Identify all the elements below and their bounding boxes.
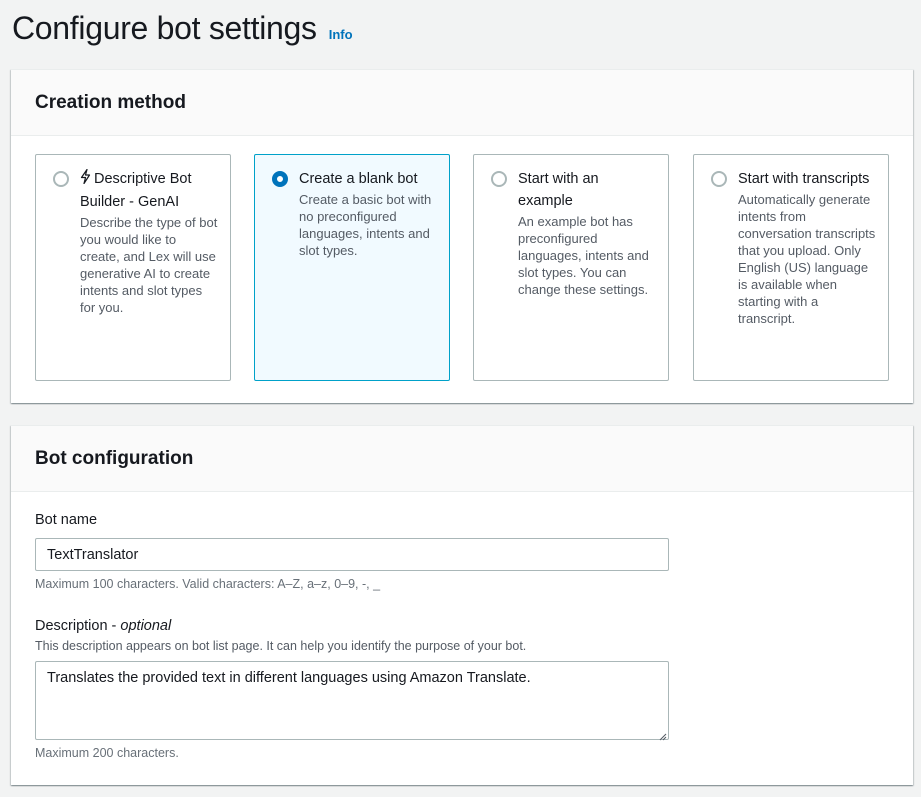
bot-configuration-panel: Bot configuration Bot name Maximum 100 c… <box>11 425 913 785</box>
tile-transcripts-description: Automatically generate intents from conv… <box>738 192 876 326</box>
info-link[interactable]: Info <box>329 27 353 42</box>
tile-genai-description: Describe the type of bot you would like … <box>80 215 218 315</box>
page-title: Configure bot settings <box>12 10 317 46</box>
tile-example-label: Start with an example <box>518 171 599 209</box>
page-header: Configure bot settings Info <box>12 10 353 47</box>
radio-example[interactable] <box>491 171 507 187</box>
creation-method-panel: Creation method Descriptive Bot Builder … <box>11 69 913 403</box>
tile-blank-description: Create a basic bot with no preconfigured… <box>299 192 432 258</box>
tile-blank[interactable]: Create a blank bot Create a basic bot wi… <box>254 154 450 381</box>
description-hint: Maximum 200 characters. <box>35 746 179 760</box>
description-label: Description - optional <box>35 618 171 634</box>
creation-method-header: Creation method <box>11 70 913 136</box>
description-help: This description appears on bot list pag… <box>35 639 527 653</box>
description-textarea[interactable]: Translates the provided text in differen… <box>35 661 669 740</box>
tile-blank-label: Create a blank bot <box>299 171 418 187</box>
tile-genai[interactable]: Descriptive Bot Builder - GenAI Describe… <box>35 154 231 381</box>
radio-transcripts[interactable] <box>711 171 727 187</box>
tile-transcripts-label: Start with transcripts <box>738 171 870 187</box>
bot-name-input[interactable] <box>35 538 669 571</box>
tile-example-description: An example bot has preconfigured languag… <box>518 214 649 297</box>
description-optional-label: optional <box>120 618 172 634</box>
tile-example[interactable]: Start with an example An example bot has… <box>473 154 669 381</box>
bot-name-hint: Maximum 100 characters. Valid characters… <box>35 577 381 591</box>
bot-name-label: Bot name <box>35 512 98 528</box>
bot-configuration-header: Bot configuration <box>11 426 913 492</box>
radio-blank[interactable] <box>272 171 288 187</box>
description-label-separator: - <box>107 618 121 634</box>
resize-grip-icon[interactable] <box>658 728 667 746</box>
tile-genai-label: Descriptive Bot Builder - GenAI <box>80 171 192 210</box>
tile-transcripts[interactable]: Start with transcripts Automatically gen… <box>693 154 889 381</box>
creation-method-title: Creation method <box>35 91 186 113</box>
description-label-text: Description <box>35 618 108 634</box>
bot-configuration-title: Bot configuration <box>35 447 194 469</box>
radio-genai[interactable] <box>53 171 69 187</box>
lightning-bolt-icon <box>80 168 91 191</box>
